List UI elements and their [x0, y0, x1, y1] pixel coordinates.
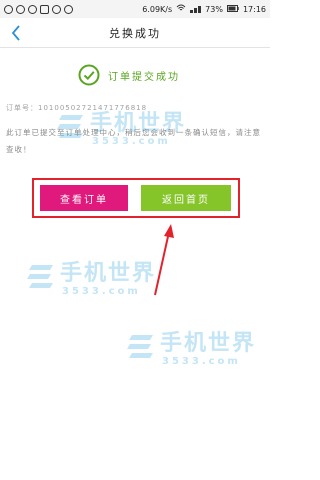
watermark-site: 3533.com [62, 286, 141, 297]
notification-icon [4, 4, 13, 14]
view-order-button[interactable]: 查看订单 [40, 185, 128, 211]
back-home-button[interactable]: 返回首页 [141, 185, 231, 211]
watermark-site: 3533.com [162, 356, 241, 367]
watermark-name: 手机世界 [60, 261, 157, 286]
page-title: 兑换成功 [109, 27, 161, 40]
status-right: 6.09K/s 73% 17:16 [142, 4, 266, 14]
watermark-name: 手机世界 [160, 331, 257, 356]
screen: 6.09K/s 73% 17:16 兑换成功 订单提交成功 订单号：101005… [0, 0, 270, 480]
status-notification-icons [4, 4, 73, 14]
wifi-icon [176, 4, 186, 14]
watermark: 手机世界 3533.com [26, 262, 156, 297]
check-circle-icon [78, 64, 100, 86]
notification-icon [64, 4, 73, 14]
watermark-site: 3533.com [92, 136, 171, 147]
clock: 17:16 [242, 4, 266, 14]
watermark-logo-icon [57, 115, 83, 138]
notification-icon [52, 4, 61, 14]
watermark: 手机世界 3533.com [126, 332, 256, 367]
battery-level: 73% [205, 4, 223, 14]
signal-icon [190, 5, 202, 13]
watermark-logo-icon [127, 335, 153, 358]
notification-icon [40, 4, 49, 14]
watermark: 手机世界 3533.com [56, 112, 186, 147]
network-speed: 6.09K/s [142, 4, 173, 14]
watermark-logo-icon [27, 265, 53, 288]
notification-icon [16, 4, 25, 14]
notification-icon [28, 4, 37, 14]
success-text: 订单提交成功 [108, 71, 180, 83]
status-bar: 6.09K/s 73% 17:16 [0, 0, 270, 18]
battery-icon [226, 4, 239, 14]
watermark-name: 手机世界 [90, 111, 187, 136]
app-header: 兑换成功 [0, 18, 270, 48]
success-banner: 订单提交成功 [78, 62, 180, 88]
